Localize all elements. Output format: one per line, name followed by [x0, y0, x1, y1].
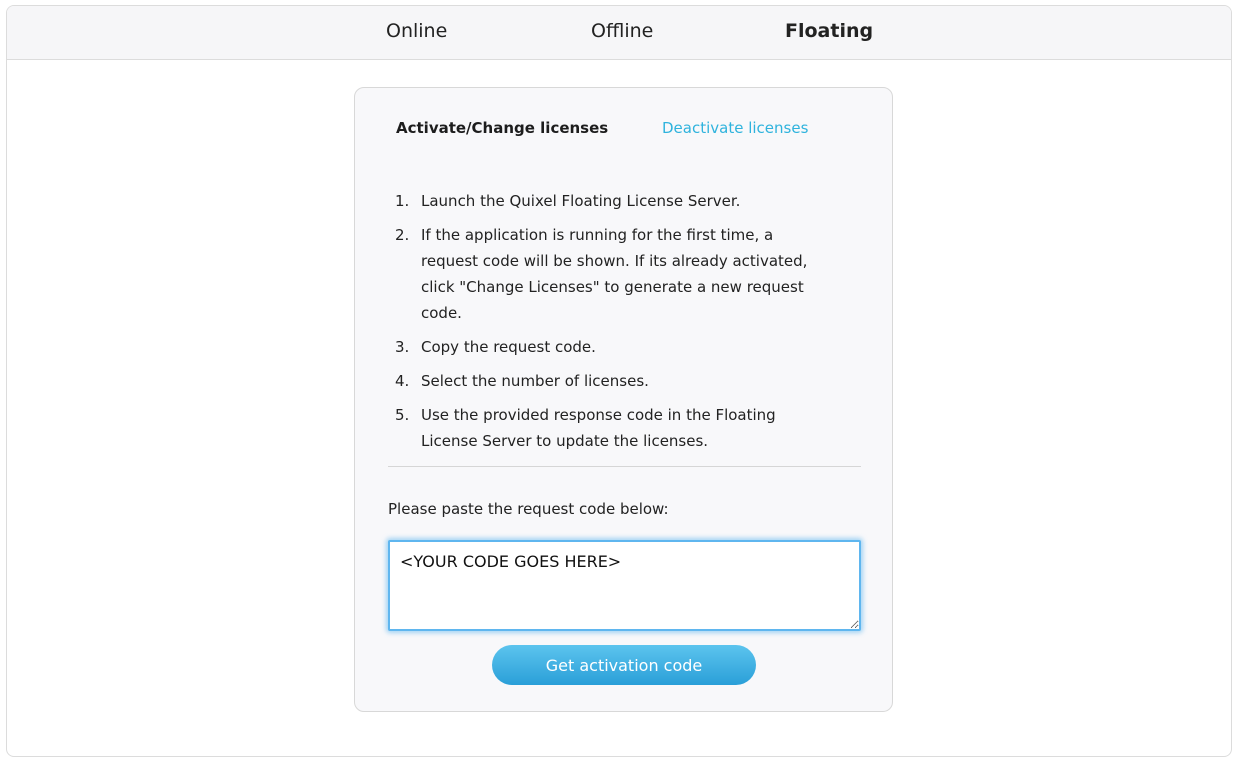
- step-number: 1.: [395, 192, 410, 210]
- step-text: Copy the request code.: [421, 338, 596, 356]
- step-number: 2.: [395, 226, 410, 244]
- section-divider: [388, 466, 861, 467]
- step-text: If the application is running for the fi…: [421, 226, 808, 322]
- step-item: 1. Launch the Quixel Floating License Se…: [395, 188, 835, 214]
- step-number: 4.: [395, 372, 410, 390]
- get-activation-code-button[interactable]: Get activation code: [492, 645, 756, 685]
- step-number: 5.: [395, 406, 410, 424]
- step-item: 4. Select the number of licenses.: [395, 368, 835, 394]
- instruction-steps: 1. Launch the Quixel Floating License Se…: [395, 188, 835, 462]
- tab-online[interactable]: Online: [386, 20, 447, 42]
- step-text: Use the provided response code in the Fl…: [421, 406, 776, 450]
- step-item: 5. Use the provided response code in the…: [395, 402, 835, 454]
- step-number: 3.: [395, 338, 410, 356]
- tab-activate-change-licenses[interactable]: Activate/Change licenses: [396, 119, 608, 137]
- step-text: Select the number of licenses.: [421, 372, 649, 390]
- step-item: 2. If the application is running for the…: [395, 222, 835, 326]
- step-item: 3. Copy the request code.: [395, 334, 835, 360]
- paste-request-code-label: Please paste the request code below:: [388, 500, 669, 518]
- license-window: Online Offline Floating Activate/Change …: [6, 5, 1232, 757]
- request-code-input[interactable]: <YOUR CODE GOES HERE>: [388, 540, 861, 631]
- tab-deactivate-licenses[interactable]: Deactivate licenses: [662, 119, 808, 137]
- step-text: Launch the Quixel Floating License Serve…: [421, 192, 741, 210]
- floating-license-card: Activate/Change licenses Deactivate lice…: [354, 87, 893, 712]
- tab-offline[interactable]: Offline: [591, 20, 653, 42]
- mode-tab-bar: Online Offline Floating: [7, 6, 1231, 60]
- tab-floating[interactable]: Floating: [785, 20, 873, 42]
